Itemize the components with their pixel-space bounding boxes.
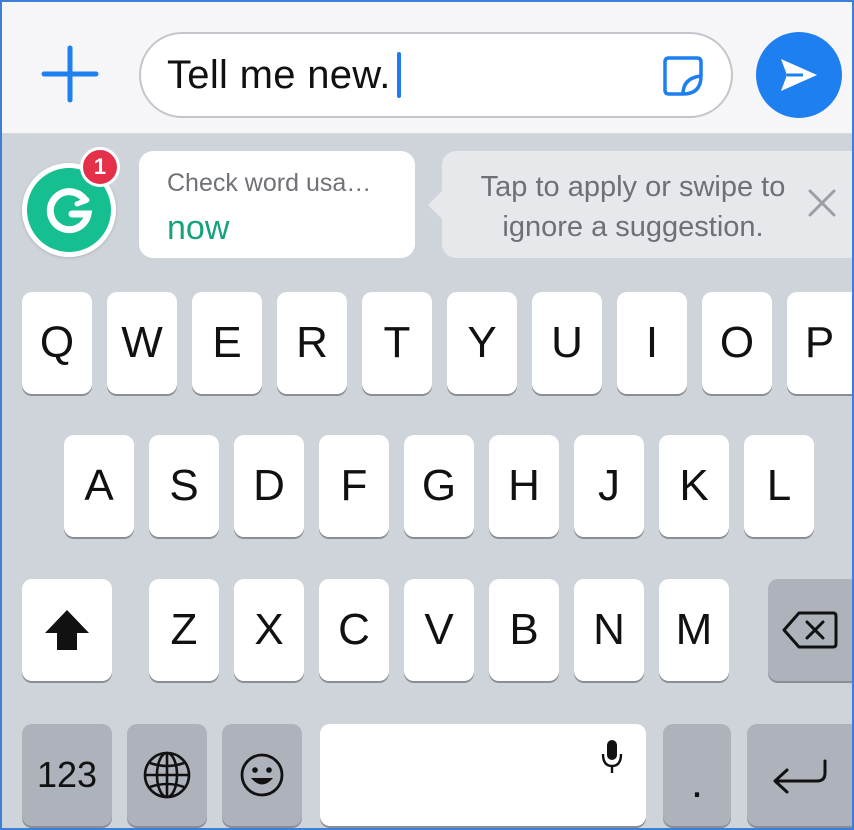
suggestion-word: now bbox=[167, 209, 230, 247]
key-w[interactable]: W bbox=[107, 292, 177, 394]
key-o[interactable]: O bbox=[702, 292, 772, 394]
suggestion-title: Check word usa… bbox=[167, 169, 372, 197]
notification-badge: 1 bbox=[80, 147, 120, 187]
add-attachment-button[interactable] bbox=[38, 42, 102, 106]
backspace-key[interactable] bbox=[768, 579, 852, 681]
key-p[interactable]: P bbox=[787, 292, 852, 394]
text-cursor bbox=[396, 52, 401, 98]
sticker-icon[interactable] bbox=[661, 54, 705, 98]
shift-key[interactable] bbox=[22, 579, 112, 681]
numbers-key[interactable]: 123 bbox=[22, 724, 112, 826]
return-key[interactable] bbox=[747, 724, 852, 826]
key-n[interactable]: N bbox=[574, 579, 644, 681]
microphone-icon[interactable] bbox=[600, 738, 624, 776]
key-b[interactable]: B bbox=[489, 579, 559, 681]
key-d[interactable]: D bbox=[234, 435, 304, 537]
emoji-icon bbox=[240, 753, 284, 797]
message-text-field[interactable]: Tell me new. bbox=[139, 32, 733, 118]
key-k[interactable]: K bbox=[659, 435, 729, 537]
key-v[interactable]: V bbox=[404, 579, 474, 681]
key-s[interactable]: S bbox=[149, 435, 219, 537]
key-m[interactable]: M bbox=[659, 579, 729, 681]
grammarly-suggestion-bar: 1 Check word usa… now Tap to apply or sw… bbox=[2, 135, 852, 275]
close-icon[interactable] bbox=[804, 185, 840, 221]
shift-icon bbox=[45, 610, 89, 650]
message-text: Tell me new. bbox=[167, 52, 391, 97]
plus-icon bbox=[41, 45, 99, 103]
return-icon bbox=[773, 759, 826, 794]
key-h[interactable]: H bbox=[489, 435, 559, 537]
period-key[interactable]: . bbox=[663, 724, 731, 826]
key-x[interactable]: X bbox=[234, 579, 304, 681]
key-u[interactable]: U bbox=[532, 292, 602, 394]
key-z[interactable]: Z bbox=[149, 579, 219, 681]
key-a[interactable]: A bbox=[64, 435, 134, 537]
key-e[interactable]: E bbox=[192, 292, 262, 394]
globe-key[interactable] bbox=[127, 724, 207, 826]
keyboard: Q W E R T Y U I O P A S D F G H J K L Z … bbox=[2, 275, 852, 828]
emoji-key[interactable] bbox=[222, 724, 302, 826]
key-t[interactable]: T bbox=[362, 292, 432, 394]
key-j[interactable]: J bbox=[574, 435, 644, 537]
key-r[interactable]: R bbox=[277, 292, 347, 394]
messages-keyboard-screen: Tell me new. 1 Check word usa… now Tap t… bbox=[0, 0, 854, 830]
key-c[interactable]: C bbox=[319, 579, 389, 681]
backspace-icon bbox=[782, 611, 838, 649]
key-q[interactable]: Q bbox=[22, 292, 92, 394]
send-button[interactable] bbox=[756, 32, 842, 118]
key-f[interactable]: F bbox=[319, 435, 389, 537]
key-g[interactable]: G bbox=[404, 435, 474, 537]
globe-icon bbox=[143, 751, 191, 799]
send-arrow-icon bbox=[781, 59, 817, 91]
key-i[interactable]: I bbox=[617, 292, 687, 394]
grammarly-g-icon bbox=[46, 188, 93, 234]
tip-bubble: Tap to apply or swipe to ignore a sugges… bbox=[428, 151, 852, 258]
key-y[interactable]: Y bbox=[447, 292, 517, 394]
tip-text: Tap to apply or swipe to ignore a sugges… bbox=[480, 171, 786, 243]
message-input-bar: Tell me new. bbox=[2, 2, 852, 134]
space-key[interactable] bbox=[320, 724, 646, 826]
tip-pointer bbox=[428, 191, 442, 219]
key-l[interactable]: L bbox=[744, 435, 814, 537]
message-text-container: Tell me new. bbox=[167, 52, 401, 98]
suggestion-card[interactable]: Check word usa… now bbox=[139, 151, 415, 258]
